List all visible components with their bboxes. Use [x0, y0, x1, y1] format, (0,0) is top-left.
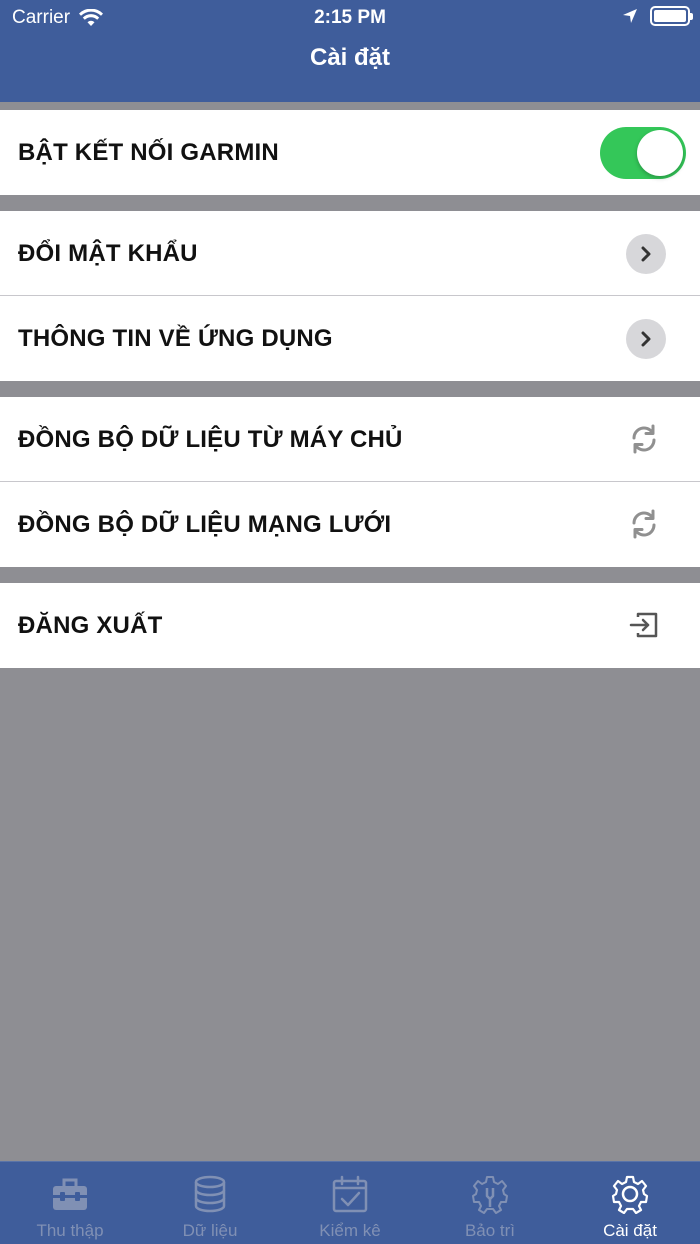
gear-icon [611, 1175, 649, 1214]
tab-kiem-ke[interactable]: Kiểm kê [280, 1162, 420, 1244]
sync-icon [632, 424, 656, 454]
sync-icon [632, 509, 656, 539]
garmin-toggle[interactable] [600, 127, 686, 179]
tab-label: Thu thập [36, 1221, 104, 1240]
location-arrow-icon [623, 9, 637, 23]
app-info-label: THÔNG TIN VỀ ỨNG DỤNG [18, 325, 333, 352]
garmin-label: BẬT KẾT NỐI GARMIN [18, 139, 279, 166]
setting-row-garmin: BẬT KẾT NỐI GARMIN [0, 110, 700, 195]
calendar-check-icon [332, 1175, 368, 1213]
toggle-knob [637, 130, 683, 176]
setting-row-change-password[interactable]: ĐỔI MẬT KHẨU [0, 211, 700, 296]
chevron-right-icon [626, 319, 666, 359]
setting-row-sync-server[interactable]: ĐỒNG BỘ DỮ LIỆU TỪ MÁY CHỦ [0, 397, 700, 482]
database-icon [194, 1175, 226, 1213]
logout-icon [629, 612, 658, 638]
toolbox-icon [53, 1178, 87, 1210]
status-bar: Carrier 2:15 PM [0, 0, 700, 36]
nav-header: Carrier 2:15 PM Cài đặt [0, 0, 700, 102]
change-password-label: ĐỔI MẬT KHẨU [18, 240, 198, 267]
chevron-right-icon [626, 234, 666, 274]
tab-du-lieu[interactable]: Dữ liệu [140, 1162, 280, 1244]
tab-bao-tri[interactable]: Bảo trì [420, 1162, 560, 1244]
setting-row-app-info[interactable]: THÔNG TIN VỀ ỨNG DỤNG [0, 296, 700, 381]
tab-thu-thap[interactable]: Thu thập [0, 1162, 140, 1244]
tab-cai-dat[interactable]: Cài đặt [560, 1162, 700, 1244]
tab-label: Dữ liệu [182, 1221, 238, 1240]
tab-label: Bảo trì [464, 1221, 516, 1240]
sync-server-label: ĐỒNG BỘ DỮ LIỆU TỪ MÁY CHỦ [18, 426, 403, 453]
tab-label: Cài đặt [603, 1221, 657, 1240]
battery-icon [650, 6, 693, 26]
sync-network-label: ĐỒNG BỘ DỮ LIỆU MẠNG LƯỚI [18, 511, 392, 538]
tab-label: Kiểm kê [319, 1221, 381, 1240]
page-title: Cài đặt [309, 44, 390, 71]
tab-bar: Thu thập Dữ liệu Kiểm kê Bảo trì Cài đặt [0, 1161, 700, 1244]
setting-row-sync-network[interactable]: ĐỒNG BỘ DỮ LIỆU MẠNG LƯỚI [0, 482, 700, 567]
logout-label: ĐĂNG XUẤT [18, 612, 163, 639]
status-right [622, 6, 693, 26]
status-time: 2:15 PM [314, 7, 386, 28]
gear-wrench-icon [472, 1176, 508, 1214]
setting-row-logout[interactable]: ĐĂNG XUẤT [0, 583, 700, 668]
